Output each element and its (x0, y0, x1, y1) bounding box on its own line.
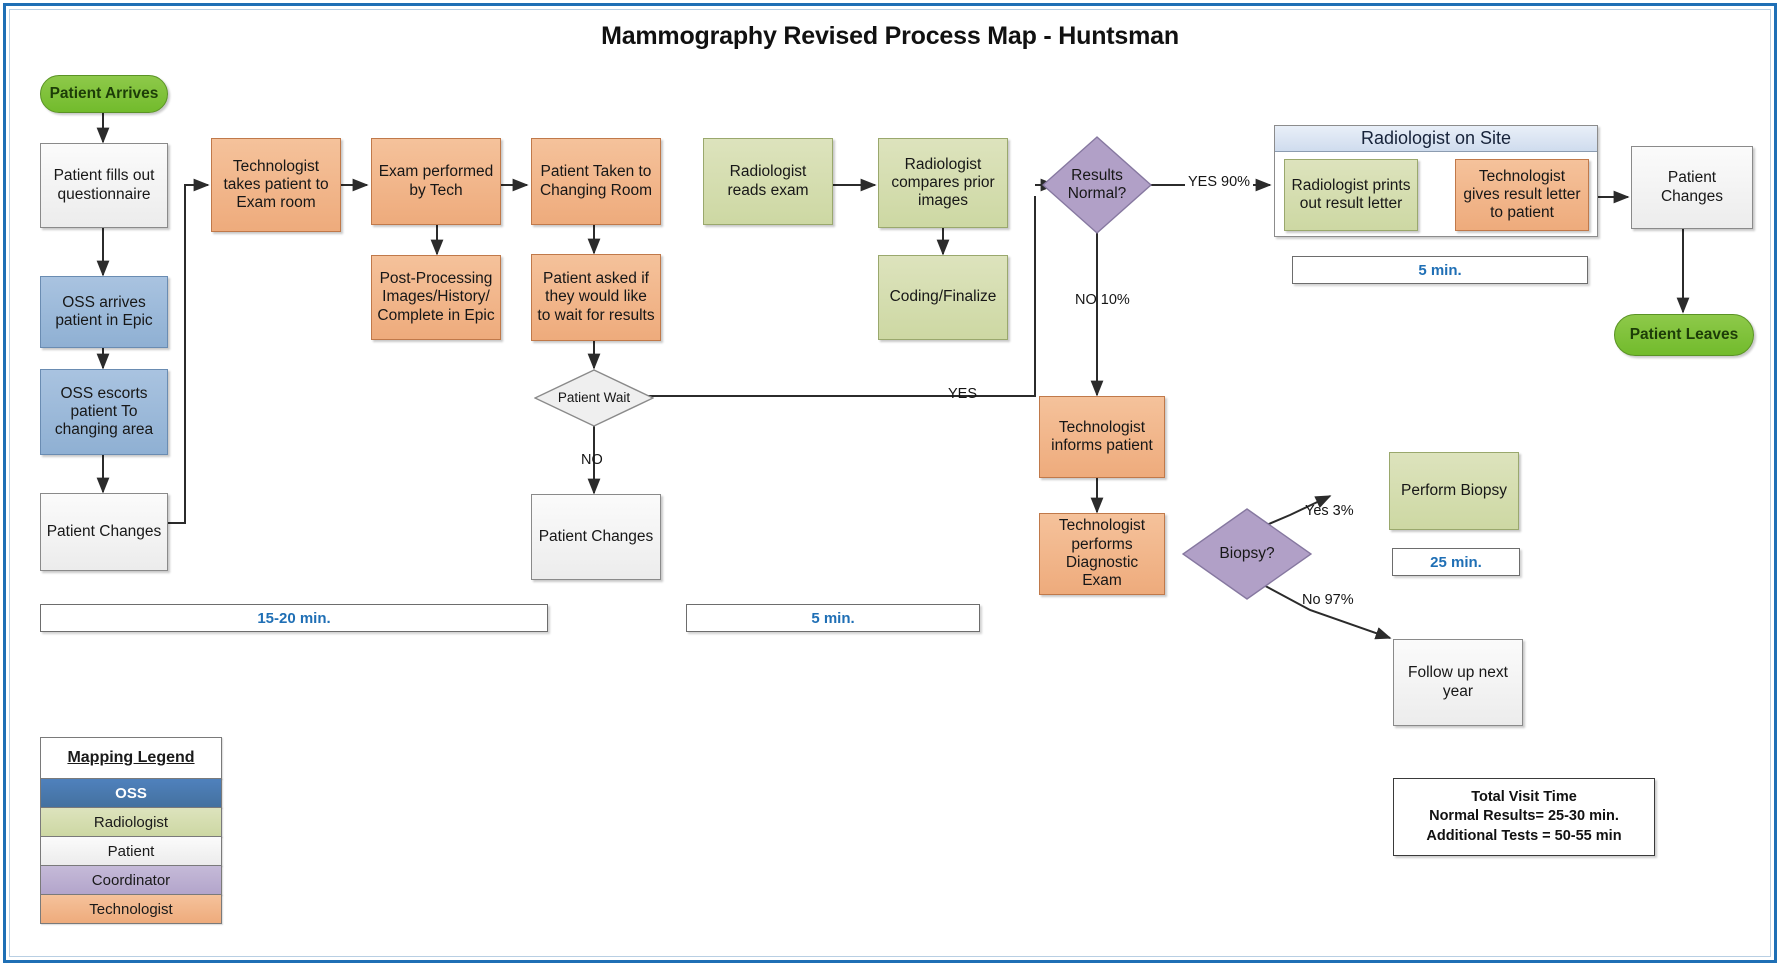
node-label: Technologist takes patient to Exam room (223, 157, 329, 212)
node-label: Radiologist compares prior images (891, 155, 995, 210)
decision-results-normal[interactable]: Results Normal? (1042, 136, 1152, 234)
node-coding-finalize[interactable]: Coding/Finalize (878, 255, 1008, 340)
edge-label-patient-wait-no: NO (581, 452, 603, 468)
edge-label-patient-wait-yes: YES (948, 386, 978, 402)
node-patient-changes-2[interactable]: Patient Changes (531, 494, 661, 580)
node-patient-asked-wait[interactable]: Patient asked if they would like to wait… (531, 254, 661, 341)
node-tech-gives-letter[interactable]: Technologist gives result letter to pati… (1455, 159, 1589, 231)
node-label: Patient fills out questionnaire (53, 167, 155, 203)
edge-label-biopsy-no: No 97% (1302, 592, 1354, 608)
node-label: Patient Changes (46, 522, 162, 540)
node-label: Patient asked if they would like to wait… (537, 270, 655, 324)
node-label: Exam performed by Tech (378, 163, 494, 199)
node-patient-changes-3[interactable]: Patient Changes (1631, 146, 1753, 229)
node-post-processing[interactable]: Post-Processing Images/History/ Complete… (371, 255, 501, 340)
decision-patient-wait[interactable]: Patient Wait (534, 369, 654, 427)
node-label: Follow up next year (1408, 664, 1508, 700)
node-label: Technologist informs patient (1051, 418, 1153, 454)
node-tech-takes-patient[interactable]: Technologist takes patient to Exam room (211, 138, 341, 232)
edge-label-results-no: NO 10% (1075, 292, 1130, 308)
legend-title: Mapping Legend (40, 737, 222, 779)
legend-item-label: Technologist (89, 900, 173, 918)
legend-item-oss: OSS (40, 778, 222, 808)
time-bar-label: 15-20 min. (257, 609, 331, 627)
page-title: Mammography Revised Process Map - Huntsm… (601, 22, 1179, 50)
decision-label: Biopsy? (1219, 545, 1275, 563)
node-label: OSS escorts patient To changing area (54, 384, 154, 439)
node-patient-leaves[interactable]: Patient Leaves (1614, 314, 1754, 356)
node-perform-biopsy[interactable]: Perform Biopsy (1389, 452, 1519, 530)
legend-item-technologist: Technologist (40, 894, 222, 924)
total-visit-additional: Additional Tests = 50-55 min (1426, 827, 1622, 844)
time-bar-intake: 15-20 min. (40, 604, 548, 632)
legend-item-label: OSS (115, 784, 147, 802)
node-label: Post-Processing Images/History/ Complete… (377, 270, 495, 324)
edge-label-biopsy-yes: Yes 3% (1305, 503, 1354, 519)
time-bar-biopsy: 25 min. (1392, 548, 1520, 576)
mapping-legend: Mapping Legend OSS Radiologist Patient C… (40, 737, 222, 924)
node-patient-questionnaire[interactable]: Patient fills out questionnaire (40, 143, 168, 228)
node-label: Perform Biopsy (1401, 481, 1507, 499)
node-label: Patient Arrives (49, 85, 159, 102)
node-patient-changes-1[interactable]: Patient Changes (40, 493, 168, 571)
decision-biopsy[interactable]: Biopsy? (1182, 508, 1312, 600)
node-tech-diagnostic-exam[interactable]: Technologist performs Diagnostic Exam (1039, 513, 1165, 595)
node-exam-performed[interactable]: Exam performed by Tech (371, 138, 501, 225)
legend-item-label: Coordinator (91, 871, 171, 889)
legend-item-patient: Patient (40, 836, 222, 866)
time-bar-exam: 5 min. (686, 604, 980, 632)
node-label: Technologist gives result letter to pati… (1463, 167, 1581, 222)
node-radiologist-reads[interactable]: Radiologist reads exam (703, 138, 833, 225)
process-map-canvas: Mammography Revised Process Map - Huntsm… (0, 0, 1780, 966)
decision-label: Patient Wait (557, 390, 631, 406)
node-radiologist-compares[interactable]: Radiologist compares prior images (878, 138, 1008, 228)
node-label: Coding/Finalize (889, 288, 997, 306)
time-bar-result-letter: 5 min. (1292, 256, 1588, 284)
edge-label-results-yes: YES 90% (1185, 174, 1254, 190)
node-label: Patient Leaves (1629, 326, 1739, 343)
node-oss-arrives[interactable]: OSS arrives patient in Epic (40, 276, 168, 348)
node-follow-up-next-year[interactable]: Follow up next year (1393, 639, 1523, 726)
node-label: Technologist performs Diagnostic Exam (1058, 517, 1146, 590)
node-label: Patient Changes (538, 527, 654, 545)
total-visit-time-box: Total Visit Time Normal Results= 25-30 m… (1393, 778, 1655, 856)
legend-item-coordinator: Coordinator (40, 865, 222, 895)
node-label: Patient Taken to Changing Room (539, 163, 652, 199)
node-label: OSS arrives patient in Epic (55, 293, 153, 329)
node-oss-escorts[interactable]: OSS escorts patient To changing area (40, 369, 168, 455)
node-patient-taken-changing[interactable]: Patient Taken to Changing Room (531, 138, 661, 225)
decision-label: Results Normal? (1067, 167, 1127, 202)
time-bar-label: 5 min. (1418, 261, 1462, 279)
node-patient-arrives[interactable]: Patient Arrives (40, 75, 168, 113)
group-radiologist-on-site: Radiologist on Site Radiologist prints o… (1274, 125, 1598, 237)
legend-item-label: Radiologist (93, 813, 169, 831)
node-label: Patient Changes (1660, 169, 1724, 205)
total-visit-normal: Normal Results= 25-30 min. (1429, 808, 1619, 825)
time-bar-label: 25 min. (1430, 553, 1482, 571)
time-bar-label: 5 min. (811, 609, 855, 627)
total-visit-title: Total Visit Time (1471, 788, 1577, 805)
node-radiologist-prints-letter[interactable]: Radiologist prints out result letter (1284, 159, 1418, 231)
node-tech-informs-patient[interactable]: Technologist informs patient (1039, 396, 1165, 478)
legend-item-radiologist: Radiologist (40, 807, 222, 837)
node-label: Radiologist prints out result letter (1291, 176, 1411, 212)
group-title: Radiologist on Site (1275, 126, 1597, 152)
node-label: Radiologist reads exam (727, 163, 809, 199)
legend-item-label: Patient (107, 842, 155, 860)
